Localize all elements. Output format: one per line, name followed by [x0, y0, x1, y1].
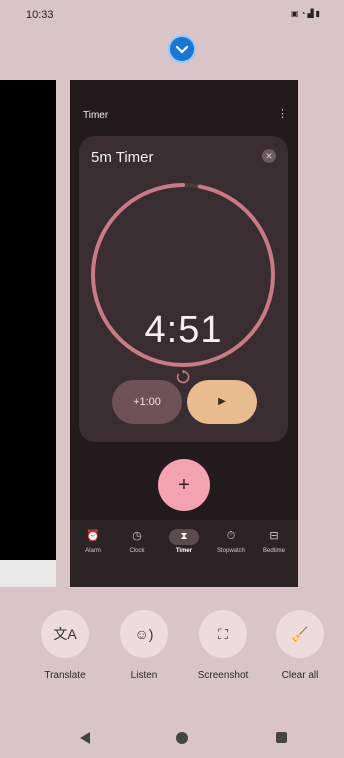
- tab-clock[interactable]: ◷ Clock: [115, 528, 159, 554]
- add-one-minute-button[interactable]: +1:00: [112, 380, 182, 424]
- action-label: Screenshot: [197, 670, 249, 681]
- screenshot-icon: ⛶: [199, 610, 247, 658]
- alarm-icon: ⏰: [86, 530, 100, 542]
- tab-label: Stopwatch: [216, 548, 246, 554]
- timer-label: 5m Timer: [91, 149, 154, 166]
- action-label: Clear all: [281, 670, 319, 681]
- action-label: Listen: [130, 670, 158, 681]
- recent-app-card-previous[interactable]: [0, 80, 56, 587]
- listen-icon: ☺): [120, 610, 168, 658]
- clear-all-icon: 🧹: [276, 610, 324, 658]
- timer-panel: 5m Timer ✕ 4:51 +1:00 ▶: [79, 136, 288, 442]
- timer-remaining: 4:51: [144, 309, 223, 351]
- hourglass-icon: ⧗: [169, 529, 199, 545]
- tab-label: Alarm: [85, 548, 101, 554]
- listen-button[interactable]: ☺) Listen: [109, 610, 179, 681]
- battery-icon: ▮: [315, 9, 320, 18]
- tab-label: Timer: [175, 548, 193, 554]
- home-icon[interactable]: [176, 732, 188, 744]
- reset-icon[interactable]: [175, 369, 191, 385]
- clock-face-icon: [175, 45, 189, 54]
- back-icon[interactable]: [80, 732, 90, 744]
- add-timer-button[interactable]: +: [158, 459, 210, 511]
- status-time: 10:33: [26, 9, 54, 21]
- status-icons: ▣ ◔ ▟ ▮: [291, 9, 320, 18]
- bottom-navigation: ⏰ Alarm ◷ Clock ⧗ Timer ⏱ Stopwatch ⊟ Be…: [70, 520, 298, 587]
- tab-label: Clock: [129, 548, 145, 554]
- play-button[interactable]: ▶: [187, 380, 257, 424]
- tab-label: Bedtime: [262, 548, 285, 554]
- tab-stopwatch[interactable]: ⏱ Stopwatch: [209, 528, 253, 554]
- wifi-icon: ◔: [300, 9, 306, 18]
- clock-icon: ◷: [132, 530, 142, 542]
- bedtime-icon: ⊟: [269, 530, 279, 542]
- app-title: Timer: [83, 110, 109, 121]
- signal-icon: ▟: [307, 9, 314, 18]
- tab-timer[interactable]: ⧗ Timer: [162, 528, 206, 554]
- recents-icon[interactable]: [276, 732, 287, 743]
- action-label: Translate: [44, 670, 86, 681]
- tab-alarm[interactable]: ⏰ Alarm: [71, 528, 115, 554]
- recent-app-card-clock[interactable]: Timer ⋮ 5m Timer ✕ 4:51 +1:00 ▶ + ⏰ Alar…: [70, 80, 298, 587]
- more-vert-icon[interactable]: ⋮: [277, 107, 288, 120]
- translate-button[interactable]: 文A Translate: [30, 610, 100, 681]
- tab-bedtime[interactable]: ⊟ Bedtime: [252, 528, 296, 554]
- screenshot-button[interactable]: ⛶ Screenshot: [188, 610, 258, 681]
- stopwatch-icon: ⏱: [226, 530, 236, 542]
- status-bar: 10:33 ▣ ◔ ▟ ▮: [0, 0, 344, 22]
- system-navigation-bar: [0, 710, 344, 758]
- clock-app-icon[interactable]: [168, 35, 196, 63]
- sim-icon: ▣: [291, 9, 299, 18]
- close-icon[interactable]: ✕: [262, 149, 276, 163]
- clear-all-button[interactable]: 🧹 Clear all: [265, 610, 335, 681]
- recents-actions: 文A Translate ☺) Listen ⛶ Screenshot 🧹 Cl…: [0, 610, 344, 690]
- recent-app-card-previous-footer: [0, 560, 56, 587]
- translate-icon: 文A: [41, 610, 89, 658]
